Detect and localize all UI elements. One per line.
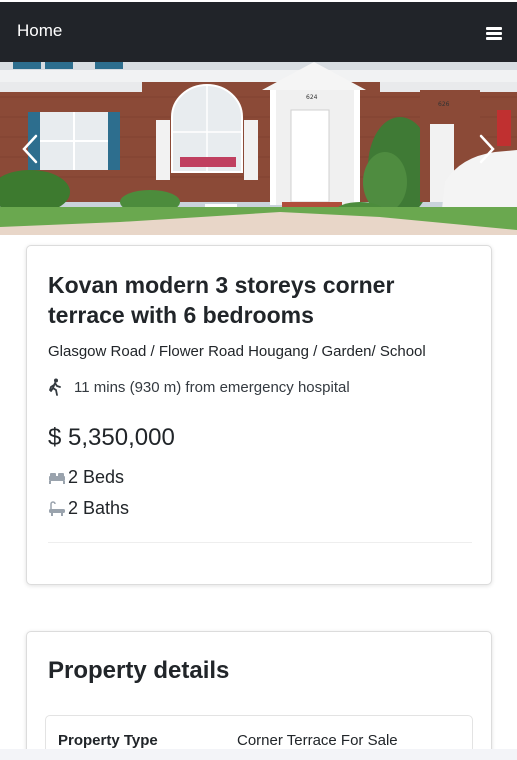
bathtub-icon xyxy=(49,500,65,516)
house-number-left: 624 xyxy=(306,94,318,101)
card-divider xyxy=(48,542,472,543)
bed-icon xyxy=(49,472,65,484)
property-photo-carousel[interactable]: 624 626 xyxy=(0,62,517,235)
chevron-left-icon xyxy=(22,134,38,163)
property-type-label: Property Type xyxy=(58,732,158,749)
chevron-right-icon xyxy=(479,134,495,163)
beds-info: 2 Beds xyxy=(48,467,124,488)
listing-price: $ 5,350,000 xyxy=(48,424,175,451)
walking-person-icon xyxy=(49,378,61,396)
house-photo: 624 626 xyxy=(0,62,517,235)
hospital-distance: 11 mins (930 m) from emergency hospital xyxy=(48,378,350,396)
beds-count: 2 Beds xyxy=(68,467,125,487)
carousel-next-button[interactable] xyxy=(457,62,517,235)
carousel-prev-button[interactable] xyxy=(0,62,60,235)
hospital-distance-text: 11 mins (930 m) from emergency hospital xyxy=(74,378,350,396)
home-link[interactable]: Home xyxy=(17,21,62,41)
top-navbar: Home xyxy=(0,0,517,62)
listing-title: Kovan modern 3 storeys corner terrace wi… xyxy=(48,272,395,328)
baths-count: 2 Baths xyxy=(68,498,130,518)
property-type-value: Corner Terrace For Sale xyxy=(237,732,398,749)
listing-summary-card: Kovan modern 3 storeys corner terrace wi… xyxy=(26,245,492,585)
property-details-heading: Property details xyxy=(48,657,230,684)
listing-address: Glasgow Road / Flower Road Hougang / Gar… xyxy=(48,343,426,360)
hamburger-menu-icon[interactable] xyxy=(486,27,502,40)
property-details-card: Property details Property Type Corner Te… xyxy=(26,631,492,760)
carousel-indicator-active[interactable] xyxy=(205,204,237,207)
bottom-strip xyxy=(0,749,517,760)
baths-info: 2 Baths xyxy=(48,498,129,519)
house-number-right: 626 xyxy=(438,101,450,108)
